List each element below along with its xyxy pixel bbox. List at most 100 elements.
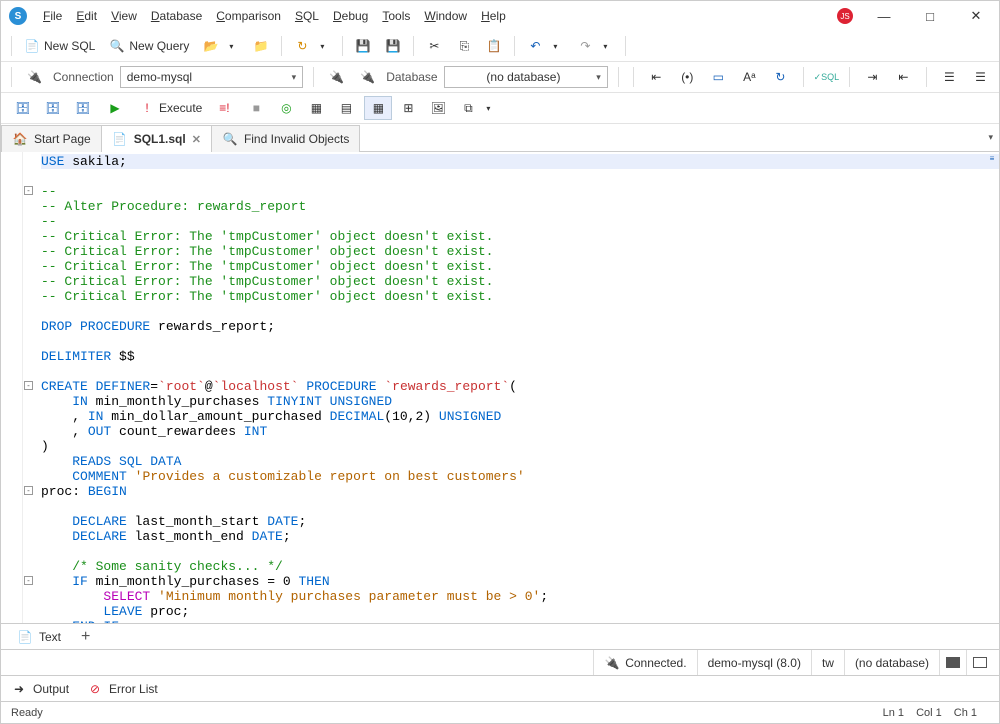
- run-button[interactable]: ▶: [101, 96, 129, 120]
- menu-comparison[interactable]: Comparison: [210, 5, 287, 27]
- new-sql-label: New SQL: [44, 39, 95, 53]
- list-button[interactable]: ☰: [937, 65, 962, 89]
- indent-inc-button[interactable]: ⇥: [860, 65, 885, 89]
- error-list-tab[interactable]: ⊘Error List: [87, 681, 158, 697]
- paste-icon: 📋: [486, 38, 502, 54]
- save-all-button[interactable]: 💾: [379, 34, 407, 58]
- database-combo[interactable]: (no database)▾: [444, 66, 608, 88]
- tab-sql1-sql[interactable]: 📄SQL1.sql✕: [101, 125, 212, 152]
- fold-marker[interactable]: -: [24, 186, 33, 195]
- exclaim-icon: !: [139, 100, 155, 116]
- query-plus-icon: 🔍: [109, 38, 125, 54]
- save-icon: 💾: [355, 38, 371, 54]
- database-value: (no database): [486, 70, 560, 84]
- list-icon: ☰: [941, 69, 957, 85]
- fold-marker[interactable]: -: [24, 576, 33, 585]
- menu-help[interactable]: Help: [475, 5, 512, 27]
- paste-button[interactable]: 📋: [480, 34, 508, 58]
- sql-check-icon: ✓SQL: [818, 69, 834, 85]
- maximize-button[interactable]: □: [915, 9, 945, 24]
- reload-icon: ↻: [294, 38, 310, 54]
- layer-icon: ⧉: [460, 100, 476, 116]
- output-tab[interactable]: ➜Output: [11, 681, 69, 697]
- exclaim2-icon: ≡!: [216, 100, 232, 116]
- tabs-dropdown-icon[interactable]: ▾: [988, 132, 993, 143]
- tab-close-icon[interactable]: ✕: [192, 133, 201, 146]
- menu-tools[interactable]: Tools: [376, 5, 416, 27]
- stop-button[interactable]: ■: [242, 96, 270, 120]
- db-exec2-button[interactable]: 🗄: [39, 96, 67, 120]
- menu-sql[interactable]: SQL: [289, 5, 325, 27]
- indent-dec-button[interactable]: ⇤: [891, 65, 916, 89]
- tab-start-page[interactable]: 🏠Start Page: [1, 125, 102, 152]
- menubar: FileEditViewDatabaseComparisonSQLDebugTo…: [37, 5, 837, 27]
- menu-view[interactable]: View: [105, 5, 143, 27]
- panel-icon: ▭: [710, 69, 726, 85]
- plug2-button[interactable]: 🔌: [324, 65, 349, 89]
- layout1-button[interactable]: [939, 650, 966, 675]
- grid-active-button[interactable]: ▦: [364, 96, 392, 120]
- sql-check-button[interactable]: ✓SQL: [814, 65, 839, 89]
- refresh-button[interactable]: ↻: [768, 65, 793, 89]
- param-button[interactable]: (•): [675, 65, 700, 89]
- connection-combo[interactable]: demo-mysql▾: [120, 66, 303, 88]
- case-button[interactable]: Aᵃ: [737, 65, 762, 89]
- window-button[interactable]: ▭: [706, 65, 731, 89]
- fold-marker[interactable]: -: [24, 381, 33, 390]
- schema-button[interactable]: ⊞: [394, 96, 422, 120]
- db-exec1-button[interactable]: 🗄: [9, 96, 37, 120]
- output-icon: ➜: [11, 681, 27, 697]
- grid-a-icon: ▤: [338, 100, 354, 116]
- menu-window[interactable]: Window: [418, 5, 473, 27]
- add-tab-button[interactable]: +: [71, 625, 100, 649]
- gutter: [1, 152, 23, 623]
- save-all-icon: 💾: [385, 38, 401, 54]
- menu-file[interactable]: File: [37, 5, 68, 27]
- grid-act-icon: ▦: [370, 100, 386, 116]
- db-blue3-icon: 🗄: [75, 100, 91, 116]
- window-buttons: JS — □ ✕: [837, 8, 991, 24]
- grid-arrow-button[interactable]: ▤: [332, 96, 360, 120]
- bottom-tabs: 📄Text +: [1, 623, 999, 649]
- outdent-button[interactable]: ⇤: [644, 65, 669, 89]
- menu-debug[interactable]: Debug: [327, 5, 374, 27]
- copy-button[interactable]: ⎘: [450, 34, 478, 58]
- status-bar: 🔌Connected. demo-mysql (8.0) tw (no data…: [1, 649, 999, 675]
- plug-green-icon: 🔌: [604, 655, 620, 671]
- save-button[interactable]: 💾: [349, 34, 377, 58]
- new-sql-button[interactable]: 📄New SQL: [18, 34, 101, 58]
- cut-button[interactable]: ✂: [420, 34, 448, 58]
- open-button[interactable]: 📂▾: [197, 34, 245, 58]
- fold-marker[interactable]: -: [24, 486, 33, 495]
- stop-icon: ■: [248, 100, 264, 116]
- ln-label: Ln 1: [883, 707, 904, 719]
- undo-button[interactable]: ↶▾: [521, 34, 569, 58]
- execute-button[interactable]: ! Execute: [133, 96, 208, 120]
- execute-current-button[interactable]: ≡!: [210, 96, 238, 120]
- minimize-button[interactable]: —: [869, 9, 899, 24]
- target-button[interactable]: ◎: [272, 96, 300, 120]
- redo-button[interactable]: ↷▾: [571, 34, 619, 58]
- layer-button[interactable]: ⧉▾: [454, 96, 502, 120]
- plug3-button[interactable]: 🔌: [355, 65, 380, 89]
- editor[interactable]: USE sakila; ---- Alter Procedure: reward…: [1, 152, 999, 623]
- grid-small-button[interactable]: ▦: [302, 96, 330, 120]
- code-area[interactable]: USE sakila; ---- Alter Procedure: reward…: [23, 152, 999, 623]
- search-icon: 🔍: [222, 131, 238, 147]
- list2-button[interactable]: ☰: [968, 65, 993, 89]
- db-blue2-icon: 🗄: [45, 100, 61, 116]
- reload-button[interactable]: ↻▾: [288, 34, 336, 58]
- tab-find-invalid-objects[interactable]: 🔍Find Invalid Objects: [211, 125, 360, 152]
- new-query-button[interactable]: 🔍New Query: [103, 34, 195, 58]
- conn-icon-button[interactable]: 🔌: [22, 65, 47, 89]
- close-button[interactable]: ✕: [961, 8, 991, 24]
- layout2-button[interactable]: [966, 650, 993, 675]
- image-button[interactable]: 🖼: [424, 96, 452, 120]
- menu-edit[interactable]: Edit: [70, 5, 103, 27]
- text-tab[interactable]: 📄Text: [7, 626, 71, 648]
- new-folder-button[interactable]: 📁: [247, 34, 275, 58]
- menu-database[interactable]: Database: [145, 5, 208, 27]
- execute-label: Execute: [159, 101, 202, 115]
- db-exec3-button[interactable]: 🗄: [69, 96, 97, 120]
- folder-plus-icon: 📁: [253, 38, 269, 54]
